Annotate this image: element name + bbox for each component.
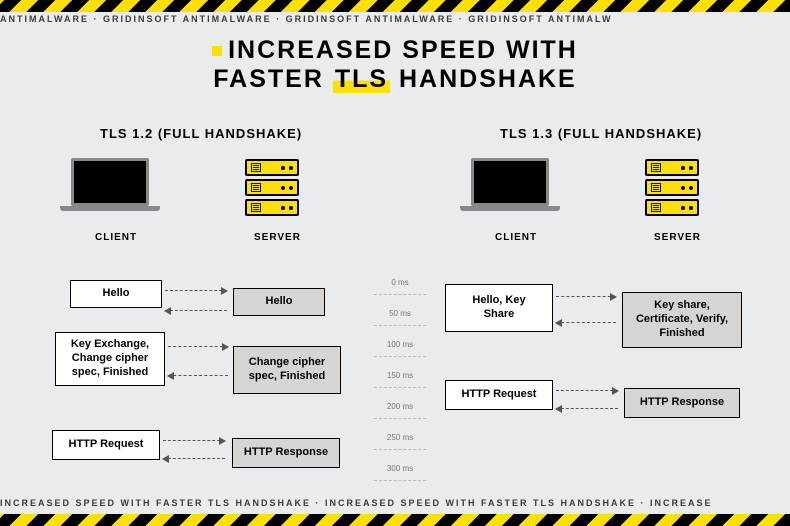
page-title: INCREASED SPEED WITH FASTER TLS HANDSHAK…: [0, 36, 790, 94]
tls12-server-http-box: HTTP Response: [232, 438, 340, 468]
timeline-tick: [374, 356, 426, 357]
client-laptop-icon: [65, 158, 155, 211]
timeline-tick: [374, 387, 426, 388]
arrow-right-icon: [168, 346, 228, 347]
tls12-header: TLS 1.2 (FULL HANDSHAKE): [100, 126, 302, 141]
title-line2-pre: FASTER: [213, 65, 333, 93]
title-highlight: TLS: [333, 65, 390, 93]
server-stack-icon: [645, 159, 699, 219]
tls12-server-cipher-box: Change cipher spec, Finished: [233, 346, 341, 394]
tls13-client-label: CLIENT: [495, 232, 537, 243]
arrow-left-icon: [165, 310, 227, 311]
arrow-right-icon: [163, 440, 225, 441]
timeline-tick: [374, 294, 426, 295]
timeline-tick: [374, 449, 426, 450]
title-line2-post: HANDSHAKE: [390, 65, 577, 93]
hazard-stripe-bottom: [0, 514, 790, 526]
timeline-label: 0 ms: [380, 278, 420, 287]
marquee-top: ANTIMALWARE · GRIDINSOFT ANTIMALWARE · G…: [0, 14, 790, 28]
tls12-client-label: CLIENT: [95, 232, 137, 243]
tls13-server-label: SERVER: [654, 232, 701, 243]
tls12-client-hello-box: Hello: [70, 280, 162, 308]
timeline-label: 200 ms: [380, 402, 420, 411]
timeline-label: 150 ms: [380, 371, 420, 380]
timeline: 0 ms 50 ms 100 ms 150 ms 200 ms 250 ms 300 ms: [380, 278, 420, 486]
tls12-server-hello-box: Hello: [233, 288, 325, 316]
client-laptop-icon: [465, 158, 555, 211]
timeline-label: 300 ms: [380, 464, 420, 473]
timeline-tick: [374, 325, 426, 326]
tls13-client-http-box: HTTP Request: [445, 380, 553, 410]
tls13-client-hello-box: Hello, Key Share: [445, 284, 553, 332]
arrow-right-icon: [165, 290, 227, 291]
timeline-label: 100 ms: [380, 340, 420, 349]
arrow-right-icon: [556, 390, 618, 391]
tls13-server-keyshare-box: Key share, Certificate, Verify, Finished: [622, 292, 742, 348]
tls12-client-http-box: HTTP Request: [52, 430, 160, 460]
title-accent-icon: [212, 46, 222, 56]
timeline-tick: [374, 418, 426, 419]
tls13-header: TLS 1.3 (FULL HANDSHAKE): [500, 126, 702, 141]
arrow-left-icon: [556, 408, 618, 409]
hazard-stripe-top: [0, 0, 790, 12]
arrow-left-icon: [168, 375, 228, 376]
arrow-left-icon: [556, 322, 616, 323]
timeline-label: 50 ms: [380, 309, 420, 318]
timeline-tick: [374, 480, 426, 481]
tls12-client-keyexchange-box: Key Exchange, Change cipher spec, Finish…: [55, 332, 165, 386]
timeline-label: 250 ms: [380, 433, 420, 442]
title-line1: INCREASED SPEED WITH: [228, 36, 578, 64]
tls13-server-http-box: HTTP Response: [624, 388, 740, 418]
arrow-right-icon: [556, 296, 616, 297]
tls12-server-label: SERVER: [254, 232, 301, 243]
marquee-bottom: INCREASED SPEED WITH FASTER TLS HANDSHAK…: [0, 498, 790, 512]
server-stack-icon: [245, 159, 299, 219]
arrow-left-icon: [163, 458, 225, 459]
